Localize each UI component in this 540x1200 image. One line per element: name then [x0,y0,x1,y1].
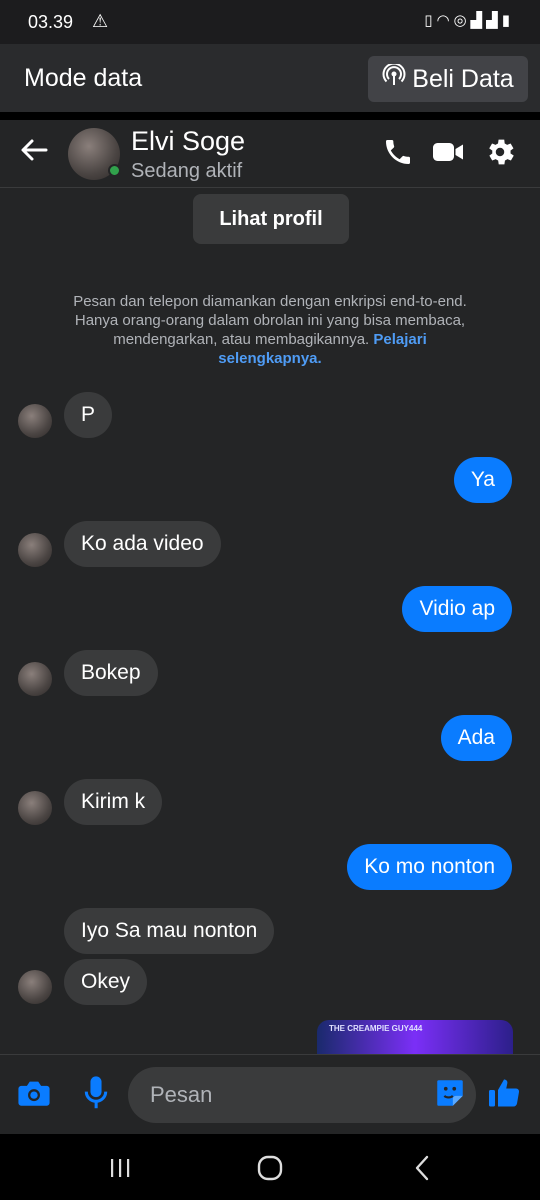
broadcast-icon [382,62,406,94]
encryption-note: Pesan dan telepon diamankan dengan enkri… [60,292,480,368]
video-camera-icon[interactable] [430,134,466,170]
camera-icon[interactable] [16,1075,52,1111]
online-indicator [108,164,121,177]
back-icon[interactable] [402,1152,442,1184]
vibrate-icon: ▯ [424,12,437,29]
message-outgoing[interactable]: Vidio ap [402,586,512,632]
home-icon[interactable] [250,1152,290,1184]
message-incoming[interactable]: Kirim k [64,779,163,825]
avatar[interactable] [18,533,52,567]
video-message-thumbnail[interactable]: THE CREAMPIE GUY444 [317,1020,513,1054]
contact-status: Sedang aktif [131,160,243,182]
contact-name[interactable]: Elvi Soge [131,126,245,157]
battery-icon: ▮ [501,12,514,29]
buy-data-button[interactable]: Beli Data [368,56,528,102]
view-profile-button[interactable]: Lihat profil [193,194,349,244]
message-incoming[interactable]: Ko ada video [64,521,221,567]
message-outgoing[interactable]: Ko mo nonton [347,844,512,890]
sticker-icon[interactable] [432,1075,468,1111]
wifi-icon: ◠ [436,12,454,29]
message-incoming[interactable]: Bokep [64,650,158,696]
avatar[interactable] [18,970,52,1004]
hotspot-icon: ◎ [453,12,471,29]
chat-header: Elvi Soge Sedang aktif [0,120,540,188]
microphone-icon[interactable] [78,1075,114,1111]
video-thumbnail-label: THE CREAMPIE GUY444 [329,1024,423,1033]
gear-icon[interactable] [482,134,518,170]
back-arrow-icon[interactable] [18,134,50,172]
buy-data-label: Beli Data [412,64,514,93]
avatar[interactable] [18,662,52,696]
message-incoming[interactable]: Okey [64,959,148,1005]
signal-icon: ▟ [470,12,487,29]
message-incoming[interactable]: Iyo Sa mau nonton [64,908,275,954]
avatar[interactable] [18,404,52,438]
phone-icon[interactable] [380,134,416,170]
data-mode-bar: Mode data Beli Data [0,44,540,112]
divider [0,112,540,120]
message-input[interactable] [128,1067,476,1123]
message-outgoing[interactable]: Ada [440,715,512,761]
warning-icon: ⚠ [92,11,109,31]
signal-icon: ▟ [486,12,502,29]
message-incoming[interactable]: P [64,392,113,438]
status-icons: ▯◠◎▟▟▮ [424,11,514,29]
message-composer [0,1054,540,1134]
message-outgoing[interactable]: Ya [453,457,512,503]
data-mode-title: Mode data [24,64,143,92]
avatar[interactable] [18,791,52,825]
thumbs-up-icon[interactable] [486,1075,522,1111]
status-bar: 03.39 ⚠ ▯◠◎▟▟▮ [0,0,540,44]
status-time: 03.39 [28,12,74,32]
recent-apps-icon[interactable] [100,1152,140,1184]
system-nav-bar [0,1134,540,1200]
